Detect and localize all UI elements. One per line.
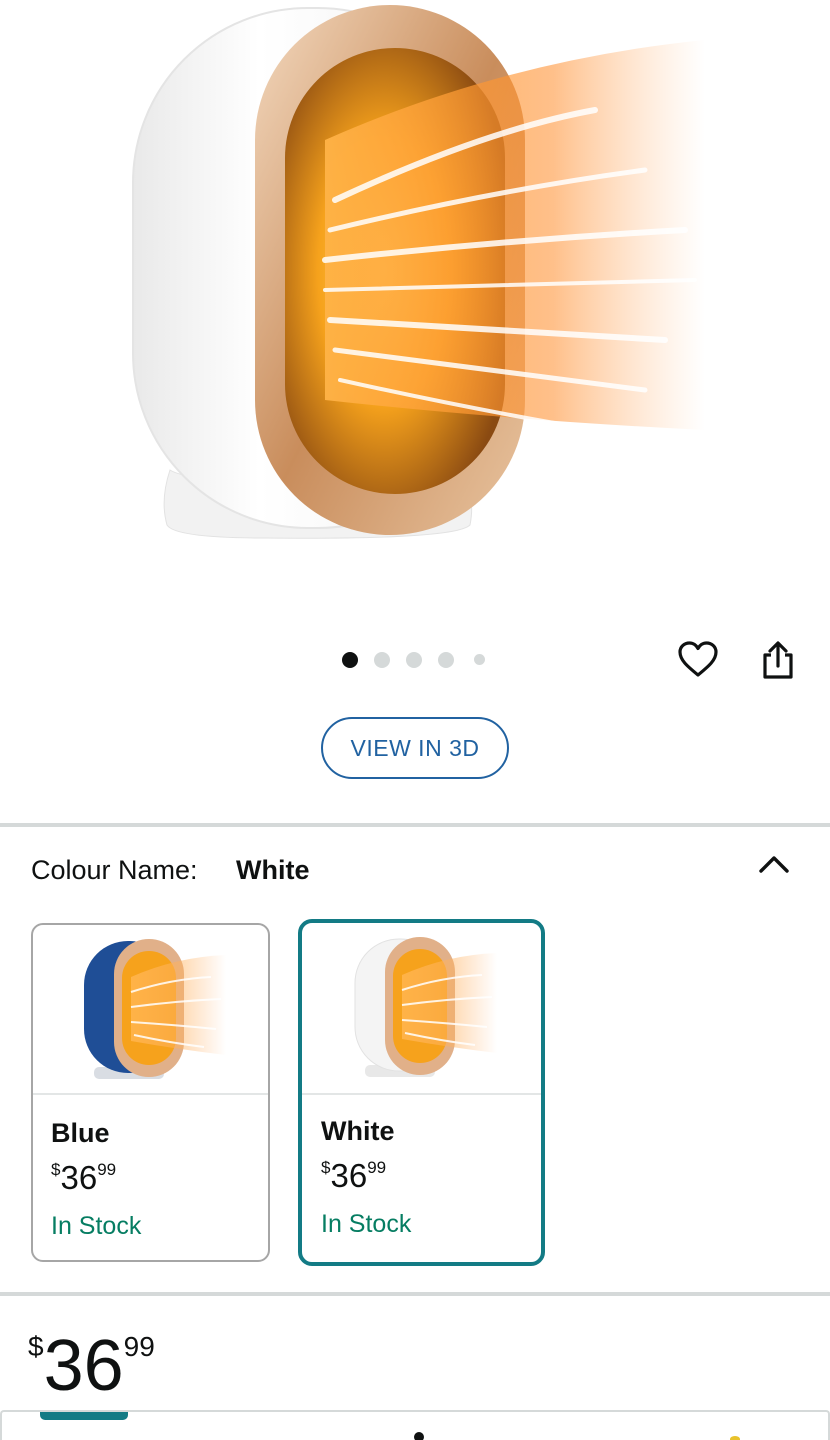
price-fraction: 99 xyxy=(123,1331,155,1362)
white-heater-thumbnail xyxy=(354,937,497,1077)
colour-swatch-blue[interactable]: Blue $3699 In Stock xyxy=(31,923,270,1262)
carousel-dot[interactable] xyxy=(438,652,454,668)
colour-name-label: Colour Name: xyxy=(31,855,198,885)
heart-icon xyxy=(678,641,718,677)
carousel-dot[interactable] xyxy=(342,652,358,668)
product-price: $3699 xyxy=(28,1330,155,1402)
swatch-thumbnail xyxy=(302,923,541,1095)
blue-heater-thumbnail xyxy=(83,939,226,1079)
carousel-dot[interactable] xyxy=(474,654,485,665)
price-currency: $ xyxy=(28,1331,44,1362)
swatch-price: $3699 xyxy=(51,1159,117,1196)
share-button[interactable] xyxy=(754,636,802,684)
swatch-availability: In Stock xyxy=(51,1212,142,1240)
bottom-bar-icon[interactable] xyxy=(730,1436,740,1440)
active-tab-indicator xyxy=(40,1412,128,1420)
image-carousel-indicator xyxy=(342,651,487,669)
section-divider xyxy=(0,1292,830,1296)
product-image[interactable] xyxy=(125,0,705,575)
add-to-wishlist-button[interactable] xyxy=(674,635,722,683)
bottom-bar-icon[interactable] xyxy=(414,1432,424,1440)
swatch-thumbnail xyxy=(33,925,268,1095)
price-whole: 36 xyxy=(43,1326,124,1406)
swatch-availability: In Stock xyxy=(321,1210,412,1238)
carousel-dot[interactable] xyxy=(406,652,422,668)
space-heater-image xyxy=(132,5,705,539)
swatch-price: $3699 xyxy=(321,1157,387,1194)
collapse-colour-button[interactable] xyxy=(752,846,796,882)
view-in-3d-button[interactable]: VIEW IN 3D xyxy=(321,717,509,779)
section-divider xyxy=(0,823,830,827)
swatch-name: Blue xyxy=(51,1118,110,1148)
share-icon xyxy=(763,641,793,679)
colour-name-value: White xyxy=(236,855,310,885)
chevron-up-icon xyxy=(759,856,789,873)
carousel-dot[interactable] xyxy=(374,652,390,668)
swatch-name: White xyxy=(321,1116,395,1146)
colour-swatch-white[interactable]: White $3699 In Stock xyxy=(298,919,545,1266)
